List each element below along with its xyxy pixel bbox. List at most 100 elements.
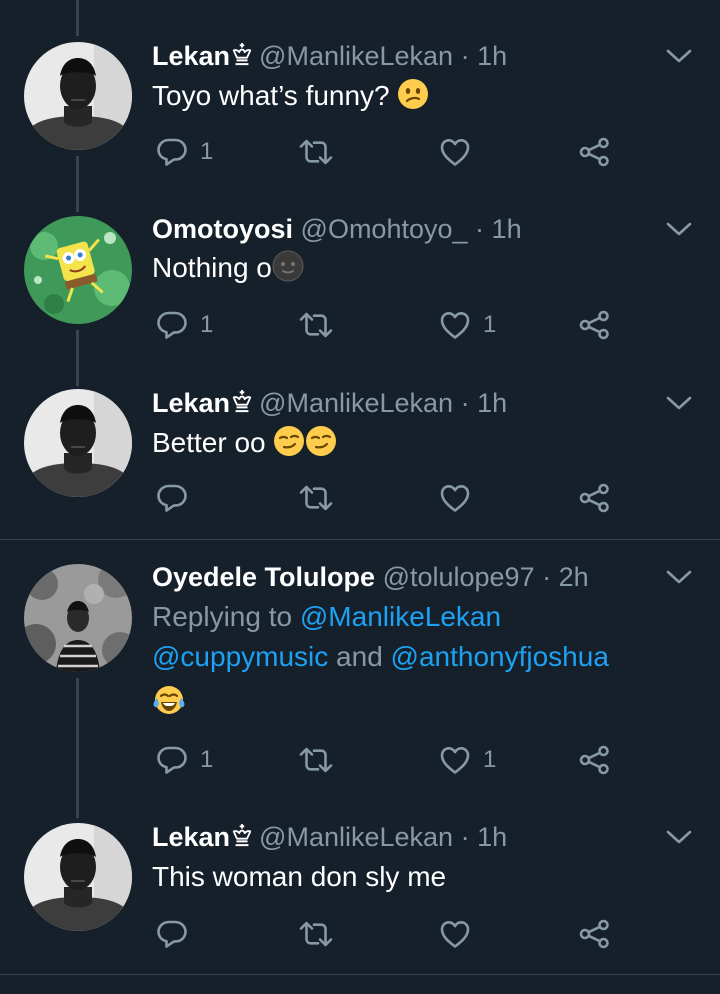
tears-of-joy-face-emoji xyxy=(153,686,185,714)
crown-icon xyxy=(231,388,253,414)
avatar[interactable] xyxy=(24,564,132,672)
reply-button[interactable]: 1 xyxy=(156,740,213,780)
crown-icon xyxy=(231,41,253,67)
mention-link[interactable]: @ManlikeLekan xyxy=(300,601,501,632)
replying-to-line: Replying to @ManlikeLekan xyxy=(152,597,501,637)
smirking-face-emoji xyxy=(274,426,305,456)
share-icon xyxy=(578,918,612,950)
user-handle[interactable]: @ManlikeLekan xyxy=(259,41,453,71)
like-count: 1 xyxy=(483,311,497,338)
separator-dot: · xyxy=(460,822,470,852)
tweet-text xyxy=(152,682,186,722)
share-button[interactable] xyxy=(578,132,612,172)
reply-icon xyxy=(156,744,188,776)
avatar[interactable] xyxy=(24,42,132,150)
timestamp[interactable]: 1h xyxy=(477,41,507,71)
chevron-down-icon[interactable] xyxy=(664,219,694,239)
tweet-header: Oyedele Tolulope @tolulope97 · 2h xyxy=(152,559,589,595)
reply-thread: Lekan @ManlikeLekan · 1h Toyo what’s funn… xyxy=(0,0,720,994)
separator-dot: · xyxy=(460,41,470,71)
tweet-actions xyxy=(152,478,672,518)
tweet-actions: 1 1 xyxy=(152,740,672,780)
share-icon xyxy=(578,482,612,514)
tweet-text-content: This woman don sly me xyxy=(152,861,447,892)
display-name[interactable]: Oyedele Tolulope xyxy=(152,562,375,592)
confused-face-emoji xyxy=(398,79,429,109)
reply-icon xyxy=(156,136,188,168)
user-handle[interactable]: @ManlikeLekan xyxy=(259,822,453,852)
tweet-header: Lekan @ManlikeLekan · 1h xyxy=(152,819,507,855)
share-button[interactable] xyxy=(578,914,612,954)
display-name[interactable]: Lekan xyxy=(152,822,230,852)
like-button[interactable] xyxy=(439,914,483,954)
tweet-actions: 1 xyxy=(152,132,672,172)
tweet-actions xyxy=(152,914,672,954)
retweet-button[interactable] xyxy=(298,132,334,172)
like-button[interactable]: 1 xyxy=(439,740,496,780)
reply-count: 1 xyxy=(200,746,214,773)
chevron-down-icon[interactable] xyxy=(664,46,694,66)
thread-line xyxy=(76,330,79,386)
thread-divider xyxy=(0,539,720,540)
chevron-down-icon[interactable] xyxy=(664,567,694,587)
tweet-header: Lekan @ManlikeLekan · 1h xyxy=(152,385,507,421)
user-handle[interactable]: @ManlikeLekan xyxy=(259,388,453,418)
timestamp[interactable]: 1h xyxy=(492,214,522,244)
reply-icon xyxy=(156,309,188,341)
timestamp[interactable]: 1h xyxy=(477,822,507,852)
user-handle[interactable]: @tolulope97 xyxy=(383,562,535,592)
like-button[interactable]: 1 xyxy=(439,305,496,345)
share-button[interactable] xyxy=(578,305,612,345)
retweet-button[interactable] xyxy=(298,914,334,954)
like-count: 1 xyxy=(483,746,497,773)
timestamp[interactable]: 2h xyxy=(559,562,589,592)
timestamp[interactable]: 1h xyxy=(477,388,507,418)
tweet-header: Lekan @ManlikeLekan · 1h xyxy=(152,38,507,74)
reply-button[interactable]: 1 xyxy=(156,305,213,345)
display-name[interactable]: Lekan xyxy=(152,41,230,71)
user-handle[interactable]: @Omohtoyo_ xyxy=(301,214,468,244)
display-name[interactable]: Omotoyosi xyxy=(152,214,293,244)
tweet-text-content: Toyo what’s funny? xyxy=(152,80,390,111)
retweet-icon xyxy=(298,918,334,950)
like-icon xyxy=(439,482,471,514)
reply-icon xyxy=(156,918,188,950)
and-word: and xyxy=(336,641,383,672)
mention-link[interactable]: @cuppymusic xyxy=(152,641,328,672)
retweet-button[interactable] xyxy=(298,478,334,518)
replying-to-label: Replying to xyxy=(152,601,293,632)
like-button[interactable] xyxy=(439,132,483,172)
avatar[interactable] xyxy=(24,389,132,497)
share-button[interactable] xyxy=(578,740,612,780)
like-icon xyxy=(439,136,471,168)
reply-button[interactable]: 1 xyxy=(156,132,213,172)
share-button[interactable] xyxy=(578,478,612,518)
crown-icon xyxy=(231,822,253,848)
retweet-button[interactable] xyxy=(298,740,334,780)
mention-link[interactable]: @anthonyfjoshua xyxy=(391,641,609,672)
share-icon xyxy=(578,136,612,168)
retweet-icon xyxy=(298,482,334,514)
like-button[interactable] xyxy=(439,478,483,518)
chevron-down-icon[interactable] xyxy=(664,393,694,413)
like-icon xyxy=(439,744,471,776)
tweet-text: This woman don sly me xyxy=(152,857,446,897)
tweet-text: Better oo xyxy=(152,423,337,463)
reply-button[interactable] xyxy=(156,478,200,518)
display-name[interactable]: Lekan xyxy=(152,388,230,418)
tweet-text: Nothing o xyxy=(152,248,304,288)
retweet-button[interactable] xyxy=(298,305,334,345)
tweet[interactable]: Lekan @ManlikeLekan · 1h Toyo what’s funn… xyxy=(0,0,720,190)
reply-icon xyxy=(156,482,188,514)
thread-divider xyxy=(0,974,720,975)
avatar[interactable] xyxy=(24,216,132,324)
avatar[interactable] xyxy=(24,823,132,931)
share-icon xyxy=(578,744,612,776)
reply-count: 1 xyxy=(200,311,214,338)
tweet-actions: 1 1 xyxy=(152,305,672,345)
reply-button[interactable] xyxy=(156,914,200,954)
chevron-down-icon[interactable] xyxy=(664,827,694,847)
tweet-text-content: Nothing o xyxy=(152,252,272,283)
tweet-text-content: Better oo xyxy=(152,427,266,458)
replying-to-line: @cuppymusic and @anthonyfjoshua xyxy=(152,637,609,677)
